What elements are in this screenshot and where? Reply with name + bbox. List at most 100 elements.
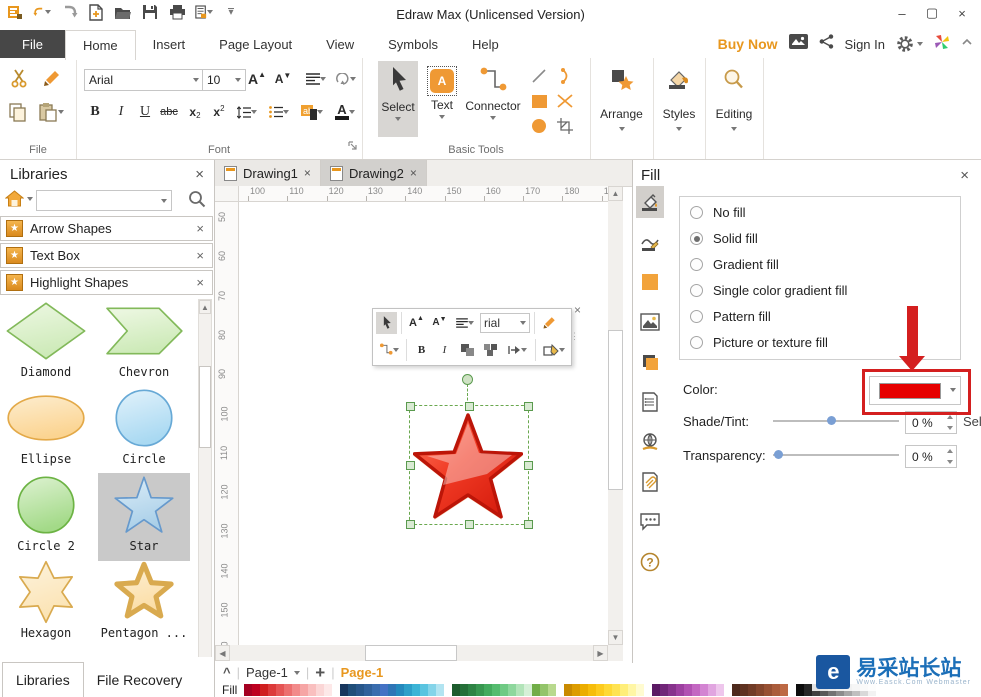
mini-decrease-font-icon[interactable]: A ▼ (429, 312, 450, 334)
scrollbar-thumb[interactable] (608, 330, 623, 490)
collapse-panel-icon[interactable]: ^ (223, 665, 231, 680)
spinner-up-icon[interactable] (947, 449, 953, 453)
spinner-down-icon[interactable] (947, 426, 953, 430)
mini-shape-edit-icon[interactable] (540, 339, 568, 361)
fill-option-picture-or-texture-fill[interactable]: Picture or texture fill (690, 335, 828, 350)
font-size-combobox[interactable]: 10 (202, 69, 246, 91)
selection-handle[interactable] (465, 402, 474, 411)
palette-swatch[interactable] (764, 683, 772, 696)
shape-chevron[interactable]: Chevron (98, 299, 190, 387)
scroll-right-icon[interactable]: ▶ (593, 645, 608, 661)
add-page-button[interactable]: + (315, 663, 325, 683)
scroll-up-icon[interactable]: ▲ (199, 300, 211, 314)
fill-option-no-fill[interactable]: No fill (690, 205, 746, 220)
palette-swatch[interactable] (348, 683, 356, 696)
shape-star[interactable]: Star (98, 473, 190, 561)
palette-swatch[interactable] (372, 683, 380, 696)
palette-swatch[interactable] (300, 683, 308, 696)
value-spinner[interactable]: 0 % (905, 445, 957, 468)
radio-button[interactable] (690, 206, 703, 219)
palette-swatch[interactable] (636, 683, 644, 696)
italic-button[interactable]: I (110, 102, 132, 122)
library-group-highlight-shapes[interactable]: ★ Highlight Shapes × (0, 270, 213, 295)
radio-button[interactable] (690, 284, 703, 297)
tab-file[interactable]: File (0, 30, 65, 58)
palette-swatch[interactable] (660, 683, 668, 696)
palette-swatch[interactable] (700, 683, 708, 696)
strikethrough-button[interactable]: abc (158, 102, 180, 122)
bullet-list-button[interactable] (264, 102, 294, 122)
line-tool-icon[interactable] (528, 66, 550, 86)
copy-icon[interactable] (6, 100, 30, 124)
radio-button[interactable] (690, 258, 703, 271)
palette-swatch[interactable] (452, 683, 460, 696)
increase-font-button[interactable]: A ▲ (246, 69, 268, 89)
palette-swatch[interactable] (556, 683, 564, 696)
palette-swatch[interactable] (340, 683, 348, 696)
gear-icon[interactable] (896, 35, 923, 53)
radio-button[interactable] (690, 336, 703, 349)
spinner-up-icon[interactable] (947, 415, 953, 419)
crop-tool-icon[interactable] (554, 116, 576, 136)
palette-swatch[interactable] (404, 683, 412, 696)
palette-swatch[interactable] (244, 683, 252, 696)
palette-swatch[interactable] (356, 683, 364, 696)
scrollbar-thumb[interactable] (365, 645, 457, 661)
palette-swatch[interactable] (292, 683, 300, 696)
document-tab-close-icon[interactable]: × (410, 166, 417, 180)
floating-toolbar-close-icon[interactable]: × (574, 303, 581, 317)
palette-swatch[interactable] (796, 683, 804, 696)
help-icon[interactable]: ? (636, 546, 664, 578)
tab-view[interactable]: View (309, 30, 371, 58)
palette-swatch[interactable] (620, 683, 628, 696)
tab-symbols[interactable]: Symbols (371, 30, 455, 58)
mini-order-icon[interactable] (503, 339, 531, 361)
palette-swatch[interactable] (468, 683, 476, 696)
panel-tab-file-recovery[interactable]: File Recovery (84, 663, 196, 697)
fill-option-solid-fill[interactable]: Solid fill (690, 231, 758, 246)
erase-tool-icon[interactable] (554, 91, 576, 111)
library-group-text-box[interactable]: ★ Text Box × (0, 243, 213, 268)
attachment-icon[interactable] (636, 466, 664, 498)
fill-panel-close-icon[interactable]: × (960, 167, 969, 184)
palette-swatch[interactable] (284, 683, 292, 696)
selection-handle[interactable] (465, 520, 474, 529)
palette-swatch[interactable] (532, 683, 540, 696)
palette-swatch[interactable] (396, 683, 404, 696)
palette-swatch[interactable] (324, 683, 332, 696)
tab-help[interactable]: Help (455, 30, 516, 58)
palette-swatch[interactable] (436, 683, 444, 696)
format-painter-icon[interactable] (40, 66, 64, 90)
star-shape[interactable] (413, 411, 523, 521)
palette-swatch[interactable] (444, 683, 452, 696)
tab-home[interactable]: Home (64, 30, 136, 60)
bold-button[interactable]: B (84, 102, 106, 122)
palette-swatch[interactable] (756, 683, 764, 696)
drawing-page[interactable]: A ▲ A ▼ rial B I × ⋮ (239, 202, 608, 645)
text-highlight-button[interactable]: ab (296, 102, 328, 122)
palette-swatch[interactable] (460, 683, 468, 696)
fill-option-pattern-fill[interactable]: Pattern fill (690, 309, 771, 324)
scrollbar-thumb[interactable] (199, 366, 211, 448)
shape-hexagon[interactable]: Hexagon (0, 560, 92, 648)
palette-swatch[interactable] (596, 683, 604, 696)
rotation-handle[interactable] (462, 374, 473, 385)
selection-handle[interactable] (524, 402, 533, 411)
shadow-icon[interactable] (636, 346, 664, 378)
font-color-button[interactable]: A (330, 102, 360, 122)
palette-swatch[interactable] (804, 683, 812, 696)
shape-diamond[interactable]: Diamond (0, 299, 92, 387)
floating-toolbar-handle[interactable]: ⋮ (570, 331, 580, 342)
palette-swatch[interactable] (788, 683, 796, 696)
selection-handle[interactable] (524, 461, 533, 470)
palette-swatch[interactable] (484, 683, 492, 696)
mini-bold-icon[interactable]: B (411, 339, 432, 361)
page-selector-caret-icon[interactable] (293, 670, 300, 675)
palette-swatch[interactable] (772, 683, 780, 696)
palette-swatch[interactable] (364, 683, 372, 696)
palette-swatch[interactable] (580, 683, 588, 696)
search-icon[interactable] (188, 190, 206, 213)
palette-swatch[interactable] (276, 683, 284, 696)
slider-thumb[interactable] (774, 450, 784, 459)
shape-pentagon-[interactable]: Pentagon ... (98, 560, 190, 648)
